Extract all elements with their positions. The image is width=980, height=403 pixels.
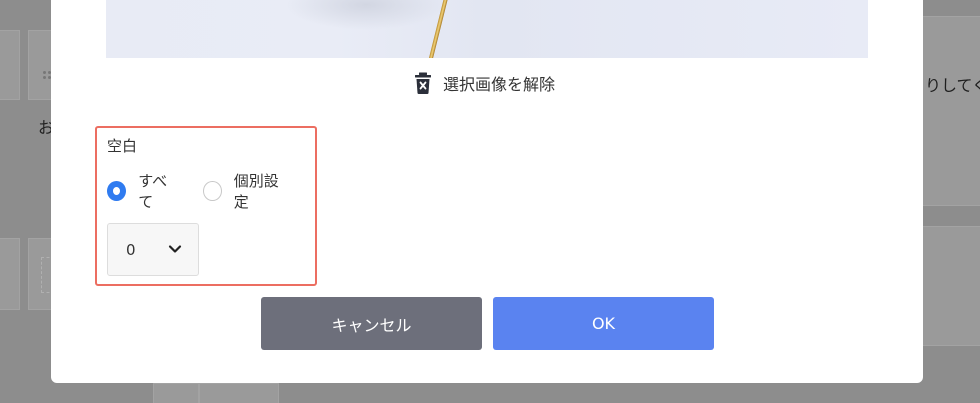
radio-individual[interactable]: 個別設定	[203, 170, 289, 212]
image-settings-modal: 選択画像を解除 空白 すべて 個別設定 0 キャンセル OK	[51, 0, 923, 383]
spacing-settings-group: 空白 すべて 個別設定 0	[95, 126, 317, 286]
ok-button[interactable]: OK	[493, 297, 714, 350]
bg-partial-text-right: りしてくた	[925, 76, 980, 95]
clear-selected-image-label: 選択画像を解除	[443, 75, 556, 94]
radio-all-label: すべて	[138, 172, 168, 211]
radio-individual-label: 個別設定	[233, 172, 279, 211]
radio-all-circle[interactable]	[107, 181, 127, 201]
spacing-value: 0	[126, 240, 136, 259]
bg-card	[199, 383, 279, 403]
bg-right-panel	[918, 226, 980, 346]
trash-icon	[415, 72, 431, 94]
bg-right-panel	[918, 16, 980, 206]
spacing-mode-radio-group: すべて 個別設定	[107, 170, 315, 212]
radio-all[interactable]: すべて	[107, 170, 177, 212]
radio-individual-circle[interactable]	[203, 181, 222, 201]
chevron-down-icon	[168, 245, 182, 253]
cancel-button[interactable]: キャンセル	[261, 297, 482, 350]
clear-selected-image-button[interactable]: 選択画像を解除	[415, 71, 555, 95]
bg-card	[153, 383, 199, 403]
spacing-value-select[interactable]: 0	[107, 223, 199, 276]
preview-blur	[286, 0, 446, 30]
spacing-title: 空白	[107, 137, 138, 155]
bg-card	[0, 30, 20, 100]
bg-card	[0, 238, 20, 310]
selected-image-preview	[106, 0, 868, 58]
